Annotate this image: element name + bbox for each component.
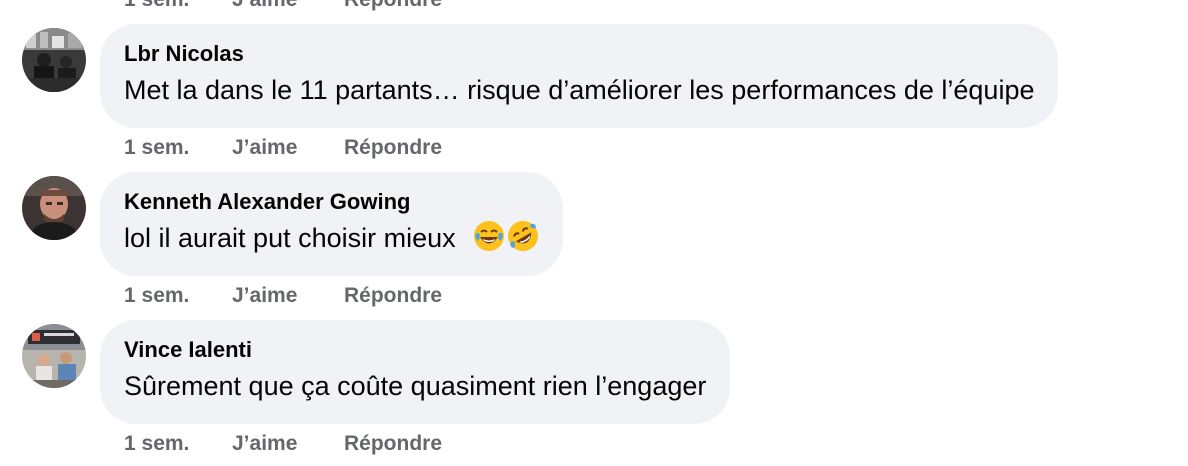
reply-link[interactable]: Répondre bbox=[344, 284, 442, 308]
comment-author[interactable]: Vince Ialenti bbox=[124, 336, 706, 364]
comment-time: 1 sem. bbox=[124, 0, 232, 12]
comment-text: Met la dans le 11 partants… risque d’amé… bbox=[124, 75, 1035, 105]
comment-author[interactable]: Lbr Nicolas bbox=[124, 40, 1034, 68]
comment-time[interactable]: 1 sem. bbox=[124, 136, 232, 160]
comment-actions: 1 sem. J’aime Répondre bbox=[124, 134, 442, 162]
comment-bubble: Vince Ialenti Sûrement que ça coûte quas… bbox=[100, 320, 731, 424]
comment-text-line: lol il aurait put choisir mieux bbox=[124, 218, 539, 258]
like-link[interactable]: J’aime bbox=[232, 284, 344, 308]
like-link[interactable]: J’aime bbox=[232, 0, 344, 12]
comment-time[interactable]: 1 sem. bbox=[124, 284, 232, 308]
comment-actions: 1 sem. J’aime Répondre bbox=[124, 282, 442, 310]
reply-link[interactable]: Répondre bbox=[344, 0, 442, 12]
reply-link[interactable]: Répondre bbox=[344, 432, 442, 456]
comment-bubble: Kenneth Alexander Gowing lol il aurait p… bbox=[100, 172, 564, 276]
comment-text: Sûrement que ça coûte quasiment rien l’e… bbox=[124, 371, 707, 401]
like-link[interactable]: J’aime bbox=[232, 136, 344, 160]
avatar[interactable] bbox=[22, 28, 86, 92]
avatar[interactable] bbox=[22, 324, 86, 388]
like-link[interactable]: J’aime bbox=[232, 432, 344, 456]
comment-author[interactable]: Kenneth Alexander Gowing bbox=[124, 188, 539, 216]
face-with-tears-of-joy-icon bbox=[474, 221, 505, 251]
avatar[interactable] bbox=[22, 176, 86, 240]
comment-time[interactable]: 1 sem. bbox=[124, 432, 232, 456]
comment-bubble: Lbr Nicolas Met la dans le 11 partants… … bbox=[100, 24, 1059, 128]
comment-actions: 1 sem. J’aime Répondre bbox=[124, 430, 442, 458]
rolling-on-the-floor-laughing-icon bbox=[508, 221, 539, 251]
reply-link[interactable]: Répondre bbox=[344, 136, 442, 160]
comment-text: lol il aurait put choisir mieux bbox=[124, 223, 456, 253]
previous-comment-actions: 1 sem. J’aime Répondre bbox=[124, 0, 442, 14]
